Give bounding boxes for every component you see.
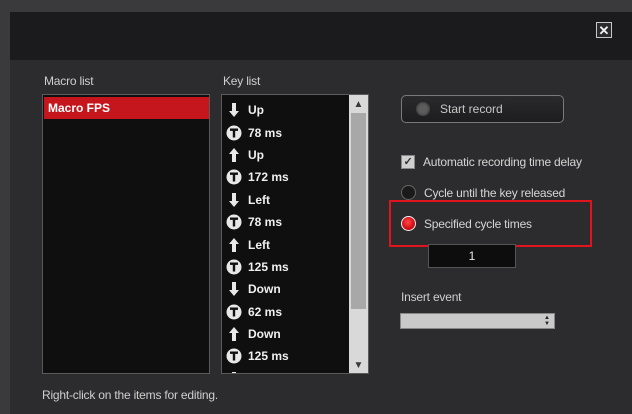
key-list-item[interactable]: Up [226, 144, 350, 166]
cycle-until-release-radio[interactable] [401, 185, 416, 200]
key-list-item-label: Right [248, 372, 279, 373]
timer-icon [226, 214, 248, 230]
key-list-item-label: Left [248, 192, 270, 207]
cycle-count-input[interactable]: 1 [428, 244, 516, 268]
timer-icon [226, 259, 248, 275]
title-bar [10, 12, 632, 60]
arrow-up-icon [226, 237, 248, 253]
key-list-item[interactable]: 78 ms [226, 121, 350, 143]
close-icon: ✕ [598, 22, 610, 38]
scrollbar-thumb[interactable] [351, 113, 366, 309]
key-list-item-label: 172 ms [248, 170, 289, 185]
timer-icon [226, 348, 248, 364]
key-list-item-label: 125 ms [248, 349, 289, 364]
key-list-rows: Up 78 ms Up 172 ms Left 78 ms Left 125 ms Down 62… [226, 99, 350, 373]
arrow-up-icon [226, 147, 248, 163]
key-list-item-label: 125 ms [248, 259, 289, 274]
timer-icon [226, 125, 248, 141]
key-list-item[interactable]: Left [226, 189, 350, 211]
key-list-item[interactable]: Down [226, 278, 350, 300]
insert-event-label: Insert event [401, 290, 462, 304]
key-list[interactable]: Up 78 ms Up 172 ms Left 78 ms Left 125 ms Down 62… [221, 94, 369, 374]
key-list-item[interactable]: Left [226, 233, 350, 255]
select-updown-icon: ▲ ▼ [544, 315, 550, 327]
auto-delay-checkbox[interactable]: ✓ [401, 155, 415, 169]
cycle-until-release-label: Cycle until the key released [424, 185, 566, 200]
auto-delay-option[interactable]: ✓ Automatic recording time delay [401, 155, 582, 169]
start-record-button[interactable]: Start record [401, 95, 564, 123]
editing-hint: Right-click on the items for editing. [42, 388, 219, 402]
scroll-up-arrow-icon[interactable]: ▲ [349, 96, 368, 112]
key-list-item[interactable]: Right [226, 368, 350, 373]
cycle-until-release-option[interactable]: Cycle until the key released [401, 185, 565, 200]
close-button[interactable]: ✕ [596, 22, 612, 38]
start-record-label: Start record [440, 102, 503, 116]
macro-list[interactable]: Macro FPS [42, 94, 210, 374]
macro-list-item-selected[interactable]: Macro FPS [44, 97, 209, 119]
timer-icon [226, 169, 248, 185]
key-list-scrollbar[interactable]: ▲ ▼ [349, 95, 368, 373]
key-list-item-label: 78 ms [248, 125, 283, 140]
highlight-annotation-box [389, 200, 592, 247]
key-list-item[interactable]: 78 ms [226, 211, 350, 233]
key-list-item-label: Up [248, 147, 264, 162]
auto-delay-label: Automatic recording time delay [423, 155, 582, 169]
arrow-up-icon [226, 326, 248, 342]
key-list-item-label: 78 ms [248, 215, 283, 230]
key-list-item[interactable]: 62 ms [226, 301, 350, 323]
arrow-down-icon [226, 102, 248, 118]
arrow-down-icon [226, 192, 248, 208]
timer-icon [226, 304, 248, 320]
key-list-item[interactable]: 125 ms [226, 256, 350, 278]
key-list-item-label: Down [248, 282, 281, 297]
key-list-item-label: Up [248, 103, 264, 118]
arrow-down-icon [226, 281, 248, 297]
arrow-down-icon [226, 371, 248, 373]
key-list-label: Key list [223, 74, 261, 88]
insert-event-select[interactable]: ▲ ▼ [400, 313, 555, 329]
scroll-down-arrow-icon[interactable]: ▼ [349, 357, 368, 373]
record-dot-icon [416, 102, 430, 116]
key-list-item-label: Down [248, 327, 281, 342]
key-list-item-label: 62 ms [248, 304, 283, 319]
key-list-item[interactable]: 125 ms [226, 345, 350, 367]
macro-list-label: Macro list [44, 74, 94, 88]
key-list-item-label: Left [248, 237, 270, 252]
key-list-item[interactable]: Down [226, 323, 350, 345]
key-list-item[interactable]: 172 ms [226, 166, 350, 188]
key-list-item[interactable]: Up [226, 99, 350, 121]
